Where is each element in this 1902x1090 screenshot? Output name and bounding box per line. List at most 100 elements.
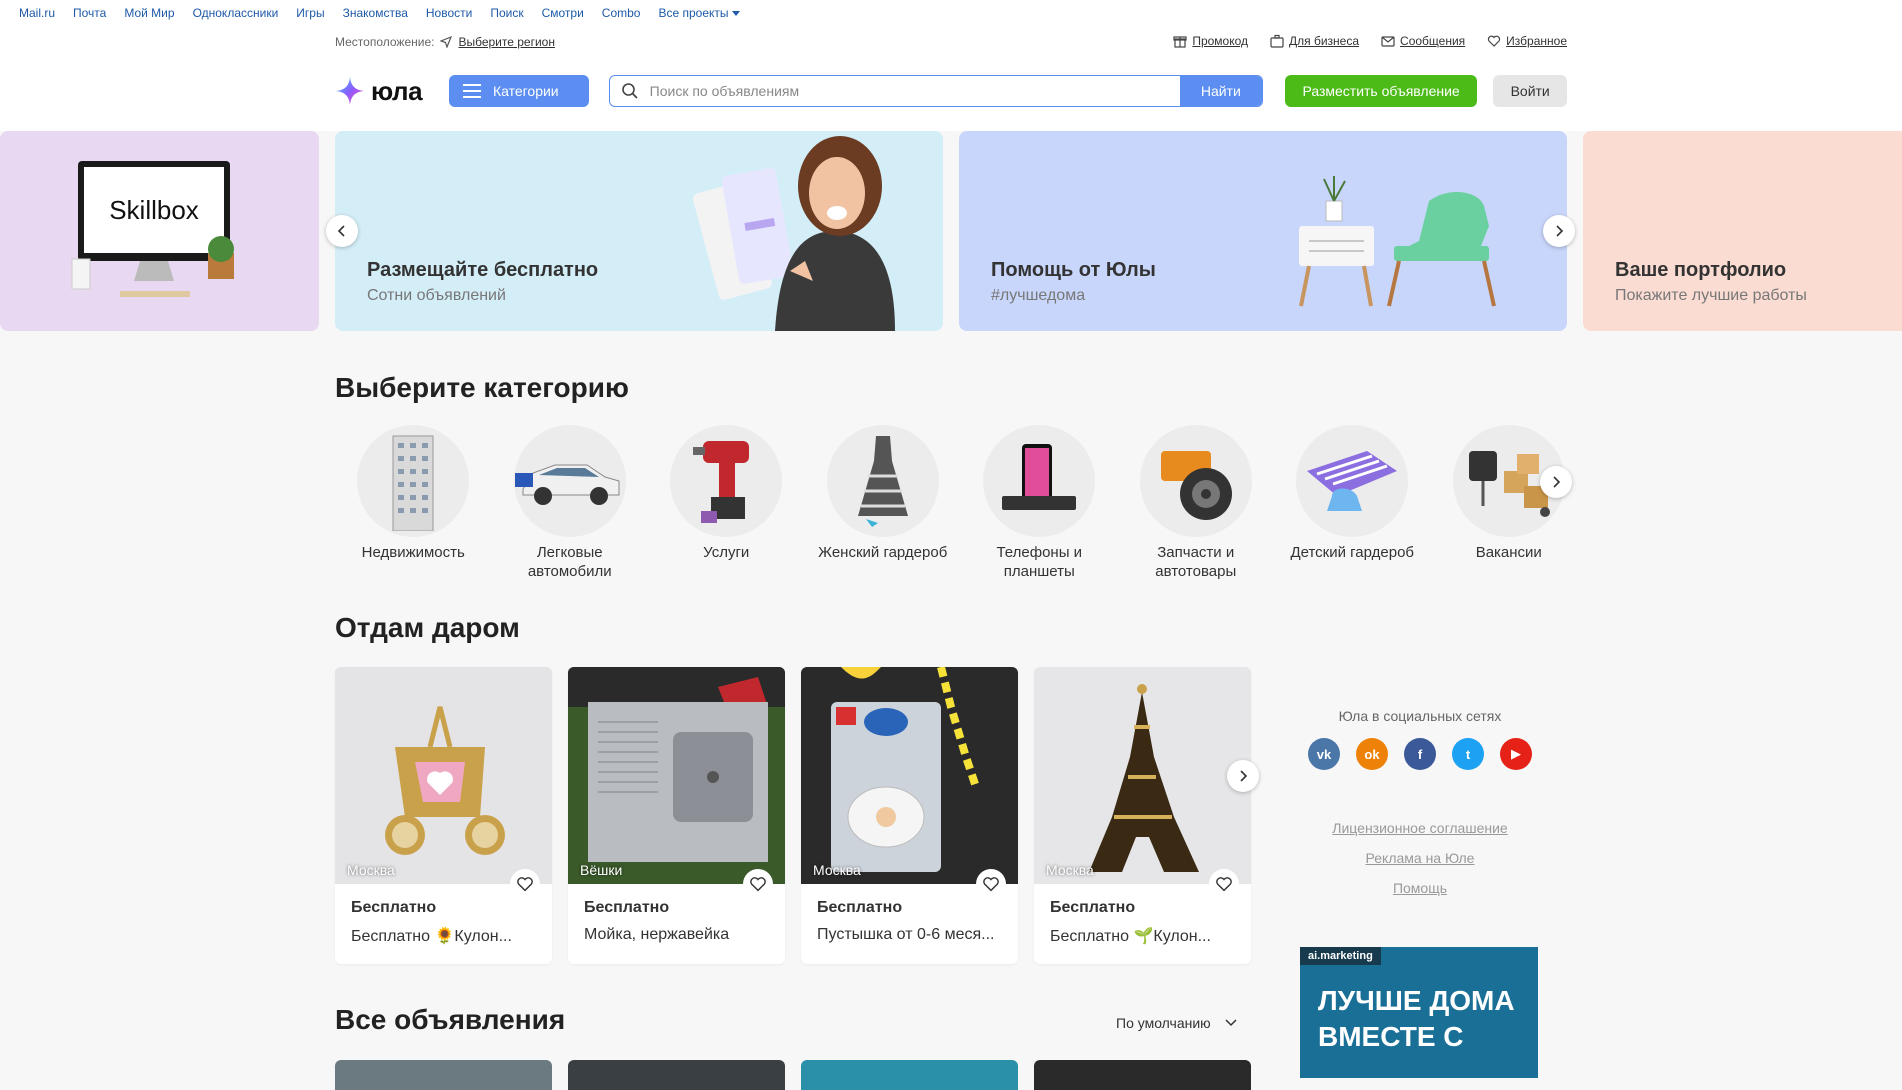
portal-link-mailru[interactable]: Mail.ru — [19, 6, 55, 20]
header: Местоположение: Выберите регион Промокод… — [0, 26, 1902, 131]
portal-link-search[interactable]: Поиск — [490, 6, 523, 20]
sort-label: По умолчанию — [1116, 1015, 1211, 1031]
category-services[interactable]: Услуги — [648, 425, 805, 581]
favorites-link[interactable]: Избранное — [1487, 34, 1567, 48]
yula-star-icon — [336, 77, 364, 105]
location-label: Местоположение: — [335, 35, 435, 49]
promo-link[interactable]: Промокод — [1173, 34, 1248, 48]
heart-icon — [517, 877, 533, 892]
category-label: Телефоны и планшеты — [996, 544, 1083, 580]
category-label: Услуги — [703, 544, 750, 561]
login-button[interactable]: Войти — [1493, 75, 1568, 107]
banner-post-free[interactable]: Размещайте бесплатно Сотни объявлений — [335, 131, 943, 331]
search-input[interactable] — [649, 83, 1180, 99]
business-link[interactable]: Для бизнеса — [1270, 34, 1359, 48]
category-auto-parts[interactable]: Запчасти и автотовары — [1118, 425, 1275, 581]
facebook-icon[interactable]: f — [1404, 738, 1436, 770]
select-region-link[interactable]: Выберите регион — [458, 35, 555, 49]
category-real-estate[interactable]: Недвижимость — [335, 425, 492, 581]
ad-card[interactable]: Москва Бесплатно Бесплатно 🌱Кулон... — [1034, 667, 1251, 964]
banner-carousel: Skillbox Размещайте бесплатно Сотни объя… — [0, 131, 1902, 331]
banner-subtitle: Покажите лучшие работы — [1615, 287, 1807, 304]
ad-card[interactable]: Москва Бесплатно Пустышка от 0-6 меся... — [801, 667, 1018, 964]
banner-portfolio[interactable]: Ваше портфолио Покажите лучшие работы — [1583, 131, 1902, 331]
location-arrow-icon — [440, 36, 453, 48]
search-icon — [610, 82, 650, 100]
banner-skillbox[interactable]: Skillbox — [0, 131, 319, 331]
sort-dropdown[interactable]: По умолчанию — [1116, 1015, 1237, 1031]
category-jobs[interactable]: Вакансии — [1431, 425, 1588, 581]
car-icon — [513, 425, 626, 537]
twitter-icon[interactable]: t — [1452, 738, 1484, 770]
category-women-clothes[interactable]: Женский гардероб — [805, 425, 962, 581]
ad-city: Москва — [813, 862, 861, 878]
portal-link-combo[interactable]: Combo — [602, 6, 641, 20]
social-icons: vk ok f t ▶ — [1300, 738, 1540, 770]
category-label: Легковые автомобили — [527, 544, 612, 580]
portal-link-watch[interactable]: Смотри — [542, 6, 584, 20]
ad-card[interactable] — [801, 1060, 1018, 1090]
portal-link-news[interactable]: Новости — [426, 6, 472, 20]
banner-help[interactable]: Помощь от Юлы #лучшедома — [959, 131, 1567, 331]
ad-tag: ai.marketing — [1300, 947, 1381, 965]
youtube-icon[interactable]: ▶ — [1500, 738, 1532, 770]
category-phones[interactable]: Телефоны и планшеты — [961, 425, 1118, 581]
free-next-button[interactable] — [1227, 760, 1259, 792]
phone-icon — [983, 425, 1096, 537]
post-ad-button[interactable]: Разместить объявление — [1284, 75, 1478, 107]
categories-next-button[interactable] — [1540, 466, 1572, 498]
category-label: Детский гардероб — [1290, 544, 1415, 561]
banner-title: Размещайте бесплатно — [367, 259, 599, 281]
favorite-button[interactable] — [1209, 869, 1239, 899]
envelope-icon — [1381, 36, 1395, 47]
ad-card[interactable]: Москва Бесплатно Бесплатно 🌻Кулон... — [335, 667, 552, 964]
chevron-down-icon — [1225, 1019, 1237, 1027]
all-projects-dropdown[interactable]: Все проекты — [658, 6, 740, 20]
favorite-button[interactable] — [743, 869, 773, 899]
free-cards: Москва Бесплатно Бесплатно 🌻Кулон... Вёш… — [335, 667, 1251, 964]
banner-prev-button[interactable] — [326, 215, 358, 247]
social-block: Юла в социальных сетях vk ok f t ▶ — [1300, 708, 1540, 770]
portal-link-ok[interactable]: Одноклассники — [193, 6, 279, 20]
all-ads-section-title: Все объявления — [335, 1004, 566, 1035]
messages-label: Сообщения — [1400, 34, 1466, 48]
categories-section-title: Выберите категорию — [335, 372, 629, 403]
portal-link-mymir[interactable]: Мой Мир — [124, 6, 174, 20]
ad-card[interactable] — [335, 1060, 552, 1090]
ad-text-line: ВМЕСТЕ С — [1318, 1021, 1464, 1052]
heart-icon — [1488, 35, 1501, 47]
chevron-down-icon — [731, 11, 740, 17]
ok-icon[interactable]: ok — [1356, 738, 1388, 770]
logo[interactable]: юла — [335, 76, 449, 107]
banner-subtitle: Сотни объявлений — [367, 287, 506, 304]
footer-links: Лицензионное соглашение Реклама на Юле П… — [1300, 820, 1540, 896]
categories-button[interactable]: Категории — [448, 75, 589, 107]
portal-link-dating[interactable]: Знакомства — [343, 6, 408, 20]
imac-illustration: Skillbox — [71, 161, 234, 297]
category-label: Вакансии — [1475, 544, 1542, 561]
portal-link-games[interactable]: Игры — [296, 6, 324, 20]
drill-icon — [670, 425, 783, 537]
banner-next-button[interactable] — [1543, 215, 1575, 247]
ad-card[interactable]: Вёшки Бесплатно Мойка, нержавейка — [568, 667, 785, 964]
ad-card[interactable] — [568, 1060, 785, 1090]
category-list: Недвижимость Легковые автомобили Услуги … — [335, 425, 1587, 581]
social-title: Юла в социальных сетях — [1338, 708, 1502, 724]
menu-icon — [462, 84, 481, 98]
favorite-button[interactable] — [510, 869, 540, 899]
category-kids-clothes[interactable]: Детский гардероб — [1274, 425, 1431, 581]
ad-banner[interactable]: ai.marketing ЛУЧШЕ ДОМА ВМЕСТЕ С — [1300, 947, 1538, 1078]
category-cars[interactable]: Легковые автомобили — [492, 425, 649, 581]
eiffel-pendant-image — [1034, 667, 1251, 884]
help-link[interactable]: Помощь — [1300, 880, 1540, 896]
search-button[interactable]: Найти — [1179, 76, 1262, 106]
sink-image — [568, 667, 785, 884]
favorite-button[interactable] — [976, 869, 1006, 899]
ad-image: Москва — [1034, 667, 1251, 884]
license-agreement-link[interactable]: Лицензионное соглашение — [1300, 820, 1540, 836]
messages-link[interactable]: Сообщения — [1381, 34, 1465, 48]
ad-card[interactable] — [1034, 1060, 1251, 1090]
advertising-link[interactable]: Реклама на Юле — [1300, 850, 1540, 866]
vk-icon[interactable]: vk — [1308, 738, 1340, 770]
portal-link-mail[interactable]: Почта — [73, 6, 106, 20]
